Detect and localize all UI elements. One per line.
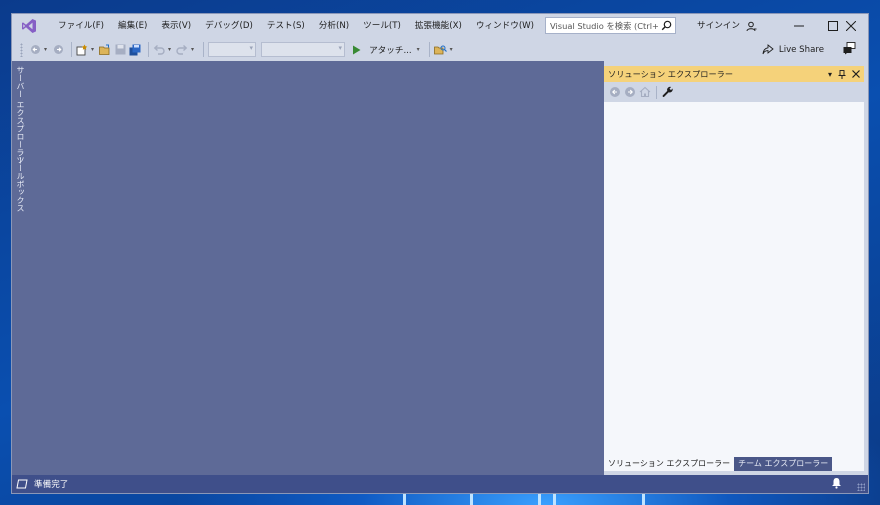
open-folder-icon [99, 44, 110, 55]
status-text: 準備完了 [34, 480, 69, 490]
new-project-icon [76, 44, 88, 55]
close-panel-icon[interactable] [852, 70, 860, 78]
dropdown-arrow-icon[interactable]: ▾ [191, 46, 194, 53]
attach-button-label[interactable]: アタッチ... [369, 44, 412, 56]
dropdown-arrow-icon[interactable]: ▾ [168, 46, 171, 53]
title-bar: ファイル(F) 編集(E) 表示(V) デバッグ(D) テスト(S) 分析(N)… [12, 14, 868, 38]
menu-file[interactable]: ファイル(F) [51, 14, 111, 38]
solution-platform-dropdown[interactable] [261, 42, 346, 57]
forward-arrow-icon [53, 45, 63, 54]
pin-icon[interactable] [838, 69, 846, 79]
tab-team-explorer[interactable]: チーム エクスプローラー [734, 457, 833, 471]
tab-solution-explorer[interactable]: ソリューション エクスプローラー [604, 457, 735, 471]
menu-window[interactable]: ウィンドウ(W) [469, 14, 541, 38]
status-bar: 準備完了 [12, 475, 868, 493]
properties-wrench-icon[interactable] [662, 86, 674, 98]
menu-debug[interactable]: デバッグ(D) [198, 14, 260, 38]
menu-test[interactable]: テスト(S) [260, 14, 312, 38]
panel-dropdown-icon[interactable]: ▾ [828, 70, 832, 79]
solution-explorer-toolbar [604, 82, 864, 102]
live-share-button[interactable]: Live Share [762, 38, 824, 61]
tool-window-tabs: ソリューション エクスプローラー チーム エクスプローラー [604, 457, 833, 471]
menu-tools[interactable]: ツール(T) [356, 14, 408, 38]
signin-button[interactable]: サインイン [697, 14, 757, 38]
standard-toolbar: ▾ ▾ ▾ ▾ アタッチ... ▾ [12, 38, 868, 61]
toolbar-separator [203, 42, 205, 57]
close-button[interactable] [834, 14, 868, 38]
find-folder-icon [433, 45, 447, 54]
dropdown-arrow-icon[interactable]: ▾ [44, 46, 47, 53]
new-project-button[interactable] [76, 41, 88, 59]
toolbar-separator [656, 85, 657, 99]
search-input[interactable]: Visual Studio を検索 (Ctrl+Q) [546, 20, 658, 32]
start-debugging-button[interactable] [350, 41, 362, 59]
server-explorer-tab[interactable]: サーバー エクスプローラー [15, 66, 26, 165]
visual-studio-logo-icon [22, 19, 36, 33]
save-all-button[interactable] [129, 41, 141, 59]
close-icon [846, 21, 856, 31]
search-icon[interactable] [661, 20, 672, 31]
feedback-icon [843, 42, 856, 55]
left-auto-hide-tabs: サーバー エクスプローラー ツールボックス [12, 61, 33, 477]
dropdown-arrow-icon[interactable]: ▾ [91, 46, 94, 53]
forward-arrow-icon[interactable] [624, 86, 636, 98]
output-window-icon[interactable] [16, 479, 28, 489]
notification-bell-icon[interactable] [831, 477, 842, 489]
navigate-back-button[interactable] [29, 41, 41, 59]
signin-label: サインイン [697, 21, 740, 31]
find-in-files-button[interactable] [433, 41, 447, 59]
play-icon [352, 45, 361, 54]
solution-configuration-dropdown[interactable] [208, 42, 257, 57]
feedback-button[interactable] [843, 42, 856, 58]
solution-explorer-title: ソリューション エクスプローラー [608, 69, 734, 79]
back-arrow-icon[interactable] [609, 86, 621, 98]
toolbar-separator [428, 42, 430, 57]
toolbox-tab[interactable]: ツールボックス [15, 156, 26, 212]
resize-grip[interactable] [857, 483, 865, 491]
back-arrow-icon [30, 45, 40, 54]
document-area [33, 61, 604, 477]
navigate-forward-button[interactable] [52, 41, 64, 59]
live-share-icon [762, 43, 774, 54]
visual-studio-window: ファイル(F) 編集(E) 表示(V) デバッグ(D) テスト(S) 分析(N)… [11, 13, 869, 494]
menu-bar: ファイル(F) 編集(E) 表示(V) デバッグ(D) テスト(S) 分析(N)… [51, 14, 594, 38]
live-share-label: Live Share [778, 44, 824, 55]
toolbar-options-icon[interactable]: ▾ [450, 46, 453, 53]
save-icon [115, 44, 126, 55]
redo-icon [176, 44, 188, 55]
save-button[interactable] [114, 41, 126, 59]
redo-button[interactable] [176, 41, 188, 59]
toolbar-grip[interactable] [20, 42, 23, 57]
toolbar-separator [148, 42, 150, 57]
panel-title-buttons: ▾ [828, 66, 860, 82]
solution-explorer-panel: ソリューション エクスプローラー ▾ [604, 66, 864, 471]
save-all-icon [129, 44, 141, 55]
menu-extensions[interactable]: 拡張機能(X) [408, 14, 469, 38]
menu-view[interactable]: 表示(V) [154, 14, 198, 38]
minimize-icon [794, 25, 804, 27]
toolbar-separator [71, 42, 73, 57]
menu-edit[interactable]: 編集(E) [111, 14, 154, 38]
undo-icon [153, 44, 165, 55]
minimize-button[interactable] [782, 14, 816, 38]
search-box[interactable]: Visual Studio を検索 (Ctrl+Q) [545, 17, 676, 34]
undo-button[interactable] [153, 41, 165, 59]
home-icon[interactable] [639, 86, 651, 98]
menu-analyze[interactable]: 分析(N) [312, 14, 356, 38]
dropdown-arrow-icon[interactable]: ▾ [417, 46, 420, 53]
solution-explorer-title-bar[interactable]: ソリューション エクスプローラー ▾ [604, 66, 864, 82]
user-icon [746, 21, 757, 31]
open-file-button[interactable] [99, 41, 111, 59]
